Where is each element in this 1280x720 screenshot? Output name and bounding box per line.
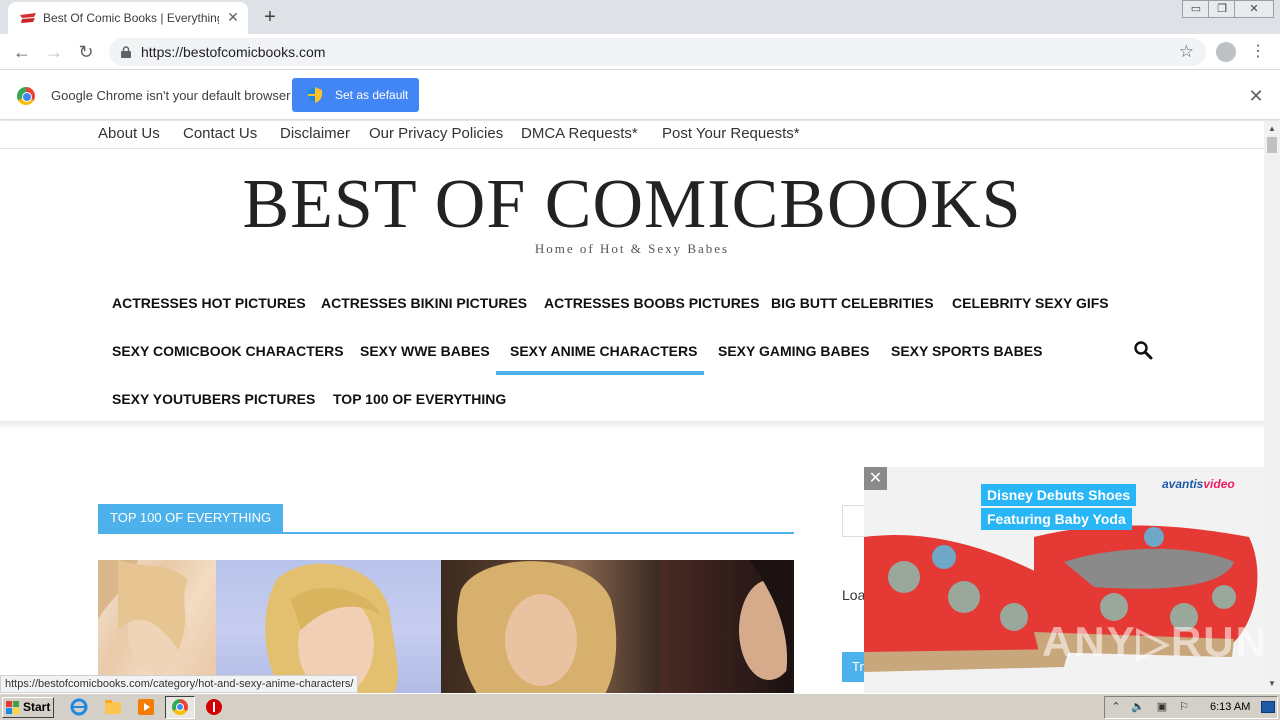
nav-top-100-of-everything[interactable]: TOP 100 OF EVERYTHING [319, 375, 520, 423]
new-tab-button[interactable]: + [258, 5, 282, 29]
file-explorer-icon[interactable] [104, 698, 122, 716]
scroll-thumb[interactable] [1267, 137, 1277, 153]
network-icon[interactable]: ▣ [1155, 700, 1169, 714]
system-tray: ⌃ 🔈 ▣ ⚐ 6:13 AM [1104, 696, 1278, 719]
start-button[interactable]: Start [2, 697, 54, 718]
infobar-message: Google Chrome isn't your default browser [51, 88, 291, 103]
top-links-bar: About Us Contact Us Disclaimer Our Priva… [0, 121, 1264, 149]
top-link-dmca-requests[interactable]: DMCA Requests* [521, 125, 638, 142]
nav-actresses-hot-pictures[interactable]: ACTRESSES HOT PICTURES [98, 279, 320, 327]
nav-sexy-anime-characters[interactable]: SEXY ANIME CHARACTERS [496, 327, 704, 375]
ad-brand-main: avantis [1162, 477, 1204, 491]
nav-sexy-gaming-babes[interactable]: SEXY GAMING BABES [704, 327, 883, 375]
thumbnail-image [739, 560, 794, 693]
top-link-contact-us[interactable]: Contact Us [183, 125, 257, 142]
search-icon[interactable] [1133, 340, 1153, 360]
ad-headline-line-1: Disney Debuts Shoes [981, 484, 1137, 506]
thumbnail-image [457, 561, 617, 693]
page-viewport: About Us Contact Us Disclaimer Our Priva… [0, 121, 1264, 693]
windows-logo-icon [6, 701, 19, 714]
chrome-taskbar-button[interactable] [165, 696, 195, 719]
screen: Best Of Comic Books | Everything Ab ✕ + … [0, 0, 1280, 720]
minimize-button[interactable]: ▭ [1182, 0, 1210, 18]
sidebar-loading-text: Loa [842, 587, 866, 603]
site-favicon-icon [20, 13, 36, 23]
set-as-default-button[interactable]: Set as default [292, 78, 419, 112]
ad-brand-accent: video [1203, 477, 1235, 491]
status-bar-url: https://bestofcomicbooks.com/category/ho… [0, 675, 359, 693]
forward-button[interactable]: → [42, 40, 66, 64]
windows-taskbar: Start ⌃ 🔈 ▣ ⚐ 6:13 AM [0, 693, 1280, 720]
nav-sexy-sports-babes[interactable]: SEXY SPORTS BABES [877, 327, 1056, 375]
ad-close-button[interactable]: ✕ [864, 467, 887, 490]
tab-close-icon[interactable]: ✕ [225, 9, 241, 25]
nav-sexy-wwe-babes[interactable]: SEXY WWE BABES [346, 327, 504, 375]
lock-icon [121, 46, 131, 58]
taskbar-clock[interactable]: 6:13 AM [1210, 701, 1250, 713]
top-link-post-requests[interactable]: Post Your Requests* [662, 125, 800, 142]
chrome-logo-icon [17, 87, 35, 105]
tray-expand-icon[interactable]: ⌃ [1109, 700, 1123, 714]
reload-button[interactable]: ↻ [74, 40, 98, 64]
nav-sexy-youtubers-pictures[interactable]: SEXY YOUTUBERS PICTURES [98, 375, 329, 423]
section-title-top-100[interactable]: TOP 100 OF EVERYTHING [98, 504, 284, 532]
browser-tab[interactable]: Best Of Comic Books | Everything Ab ✕ [8, 2, 248, 34]
nav-celebrity-sexy-gifs[interactable]: CELEBRITY SEXY GIFS [938, 279, 1123, 327]
site-tagline: Home of Hot & Sexy Babes [534, 241, 730, 256]
window-close-button[interactable]: ✕ [1234, 0, 1274, 18]
header-divider [0, 421, 1264, 429]
thumbnail-image [265, 563, 398, 693]
chrome-taskbar-icon [172, 699, 188, 715]
thumbnail-image [98, 560, 188, 675]
post-thumbnail-1[interactable] [98, 560, 216, 693]
action-center-flag-icon[interactable]: ⚐ [1177, 700, 1191, 714]
security-app-icon[interactable] [205, 698, 223, 716]
profile-avatar-icon[interactable] [1216, 42, 1236, 62]
tab-strip: Best Of Comic Books | Everything Ab ✕ + … [0, 0, 1280, 34]
tab-title: Best Of Comic Books | Everything Ab [43, 11, 219, 25]
browser-toolbar: ← → ↻ https://bestofcomicbooks.com ☆ ⋮ [0, 34, 1280, 70]
address-bar[interactable]: https://bestofcomicbooks.com ☆ [109, 38, 1206, 66]
start-label: Start [23, 700, 51, 714]
ad-brand-logo: avantisvideo [1162, 477, 1235, 491]
default-browser-infobar: Google Chrome isn't your default browser… [0, 70, 1280, 120]
volume-icon[interactable]: 🔈 [1131, 700, 1145, 714]
internet-explorer-icon[interactable] [70, 698, 88, 716]
scroll-down-arrow-icon[interactable]: ▼ [1268, 679, 1276, 688]
anyrun-watermark: ANY▷RUN [1042, 618, 1264, 665]
top-link-disclaimer[interactable]: Disclaimer [280, 125, 350, 142]
scroll-up-arrow-icon[interactable]: ▲ [1268, 124, 1276, 133]
nav-sexy-comicbook-characters[interactable]: SEXY COMICBOOK CHARACTERS [98, 327, 358, 375]
back-button[interactable]: ← [10, 40, 34, 64]
post-thumbnail-4[interactable] [659, 560, 794, 693]
top-link-privacy-policies[interactable]: Our Privacy Policies [369, 125, 503, 142]
bookmark-star-icon[interactable]: ☆ [1179, 42, 1194, 62]
page-scrollbar[interactable]: ▲ ▼ [1264, 121, 1280, 693]
nav-actresses-bikini-pictures[interactable]: ACTRESSES BIKINI PICTURES [307, 279, 541, 327]
restore-button[interactable]: ❐ [1208, 0, 1236, 18]
nav-actresses-boobs-pictures[interactable]: ACTRESSES BOOBS PICTURES [530, 279, 773, 327]
post-thumbnail-3[interactable] [441, 560, 659, 693]
show-desktop-icon[interactable] [1261, 701, 1275, 713]
ad-headline-line-2: Featuring Baby Yoda [981, 508, 1132, 530]
nav-big-butt-celebrities[interactable]: BIG BUTT CELEBRITIES [757, 279, 948, 327]
url-text[interactable]: https://bestofcomicbooks.com [141, 44, 325, 60]
sidebar-widget-box [842, 505, 866, 537]
chrome-menu-icon[interactable]: ⋮ [1250, 40, 1266, 64]
top-link-about-us[interactable]: About Us [98, 125, 160, 142]
video-ad-overlay[interactable]: avantisvideo Disney Debuts Shoes Featuri… [864, 467, 1264, 693]
post-thumbnail-2[interactable] [216, 560, 441, 693]
media-player-icon[interactable] [137, 698, 155, 716]
uac-shield-icon [308, 87, 322, 103]
infobar-close-icon[interactable]: ✕ [1246, 86, 1266, 106]
site-title[interactable]: BEST OF COMICBOOKS [0, 165, 1264, 245]
section-underline [98, 532, 794, 534]
set-as-default-label: Set as default [335, 88, 409, 102]
